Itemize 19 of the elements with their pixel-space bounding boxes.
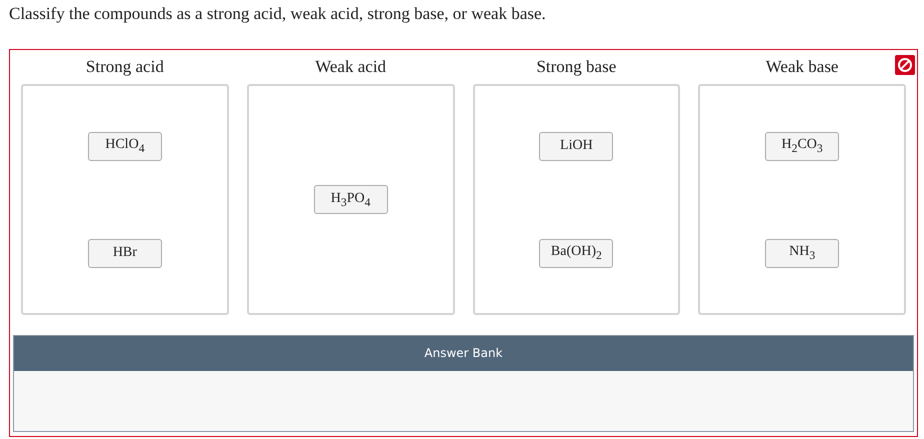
answer-bank-area[interactable] [14,371,913,431]
error-icon [895,55,915,75]
compound-tile[interactable]: H$_{3}$PO$_{4}$ [314,185,388,214]
drop-zone[interactable]: LiOH Ba(OH)$_{2}$ [472,84,680,315]
answer-bank-header: Answer Bank [14,336,913,371]
compound-tile[interactable]: LiOH [539,132,614,160]
category-label: Strong base [536,56,616,78]
compound-tile[interactable]: H$_{2}$CO$_{3}$ [765,132,840,160]
category-label: Strong acid [86,56,164,78]
category-label: Weak base [766,56,838,78]
drop-zone[interactable]: H$_{2}$CO$_{3}$ NH$_{3}$ [698,84,906,315]
drop-zone[interactable]: H$_{3}$PO$_{4}$ [246,84,454,315]
compound-tile[interactable]: NH$_{3}$ [765,238,840,268]
question-text: Classify the compounds as a strong acid, weak acid, strong base, or weak base. [9,4,547,25]
compound-tile[interactable]: Ba(OH)$_{2}$ [539,238,614,268]
category-label: Weak acid [315,56,386,78]
drop-zone[interactable]: HClO$_{4}$ HBr [21,84,229,315]
compound-tile[interactable]: HClO$_{4}$ [88,132,162,160]
compound-tile[interactable]: HBr [88,238,162,268]
